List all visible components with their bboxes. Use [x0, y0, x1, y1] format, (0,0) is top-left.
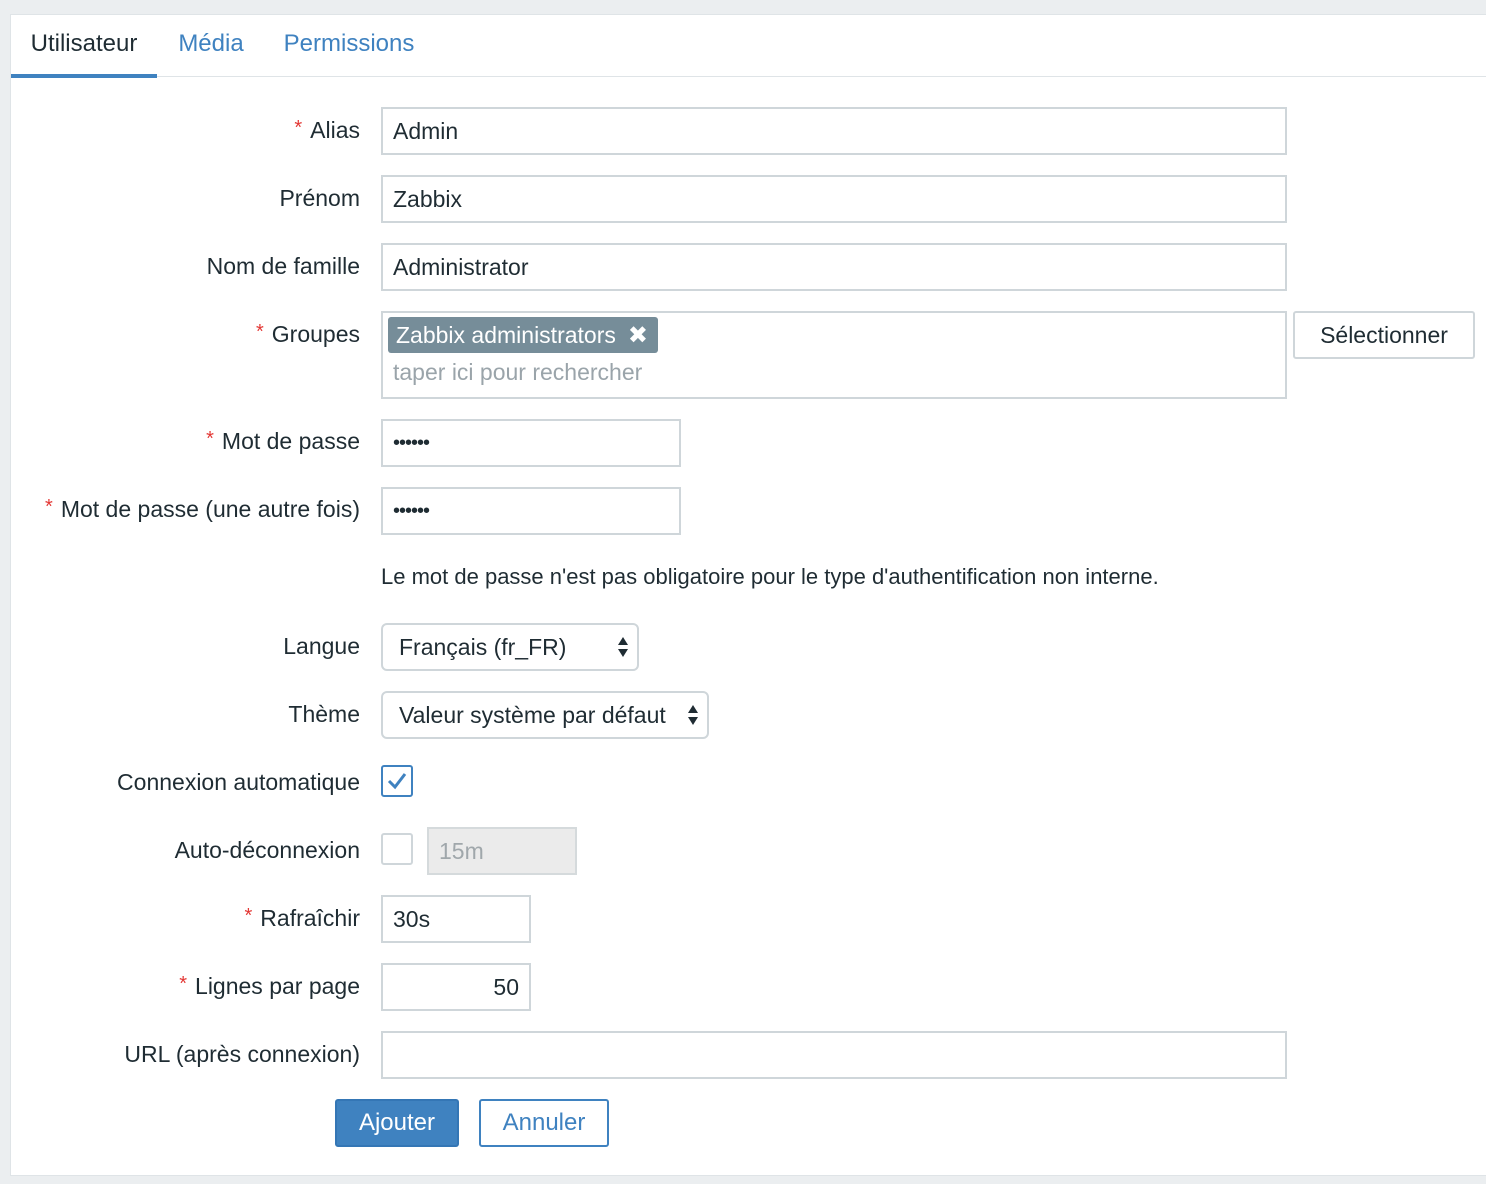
language-select[interactable]: Français (fr_FR) [381, 623, 639, 671]
first-name-label: Prénom [279, 185, 360, 211]
remove-chip-icon[interactable]: ✖ [628, 322, 648, 349]
user-form-panel: Utilisateur Média Permissions * Alias Adm… [10, 14, 1486, 1176]
url-input[interactable] [381, 1031, 1287, 1079]
password-confirm-label-text: Mot de passe (une autre fois) [60, 496, 360, 522]
language-label: Langue [283, 633, 360, 659]
required-marker: * [255, 321, 264, 343]
theme-label: Thème [288, 701, 360, 727]
add-button[interactable]: Ajouter [335, 1099, 459, 1147]
autologout-input: 15m [427, 827, 577, 875]
cancel-button[interactable]: Annuler [479, 1099, 609, 1147]
autologout-checkbox[interactable] [381, 833, 413, 865]
group-chip-label: Zabbix administrators [396, 322, 616, 348]
groups-search-input[interactable]: taper ici pour rechercher [393, 359, 642, 386]
required-marker: * [206, 428, 214, 450]
select-arrows-icon [687, 703, 699, 727]
autologin-checkbox[interactable] [381, 765, 413, 797]
select-groups-button[interactable]: Sélectionner [1293, 311, 1475, 359]
language-select-value: Français (fr_FR) [399, 634, 567, 660]
tab-media[interactable]: Média [171, 15, 251, 77]
select-arrows-icon [617, 635, 629, 659]
groups-label: * Groupes [256, 321, 360, 348]
required-marker: * [45, 496, 53, 518]
alias-label-text: Alias [310, 117, 360, 143]
checkmark-icon [387, 773, 407, 790]
autologin-label: Connexion automatique [117, 769, 360, 795]
tab-user[interactable]: Utilisateur [11, 15, 157, 78]
password-label-text: Mot de passe [221, 428, 360, 454]
rows-per-page-label-text: Lignes par page [195, 973, 360, 999]
password-input[interactable]: •••••• [381, 419, 681, 467]
refresh-label: * Rafraîchir [245, 905, 361, 932]
first-name-input[interactable]: Zabbix [381, 175, 1287, 223]
groups-label-text: Groupes [271, 321, 360, 347]
groups-multiselect[interactable]: Zabbix administrators ✖ taper ici pour re… [381, 311, 1287, 399]
rows-per-page-input[interactable]: 50 [381, 963, 531, 1011]
rows-per-page-label: * Lignes par page [179, 973, 360, 1000]
tab-bar: Utilisateur Média Permissions [11, 15, 1486, 78]
tab-permissions[interactable]: Permissions [279, 15, 419, 77]
group-chip: Zabbix administrators ✖ [388, 317, 658, 353]
theme-select[interactable]: Valeur système par défaut [381, 691, 709, 739]
alias-input[interactable]: Admin [381, 107, 1287, 155]
refresh-label-text: Rafraîchir [260, 905, 360, 931]
autologout-label: Auto-déconnexion [174, 837, 360, 863]
last-name-label: Nom de famille [206, 253, 360, 279]
url-label: URL (après connexion) [124, 1041, 360, 1067]
theme-select-value: Valeur système par défaut [399, 702, 666, 728]
password-confirm-input[interactable]: •••••• [381, 487, 681, 535]
password-label: * Mot de passe [206, 428, 360, 455]
password-hint: Le mot de passe n'est pas obligatoire po… [381, 564, 1159, 589]
required-marker: * [294, 117, 303, 139]
required-marker: * [244, 905, 253, 927]
password-confirm-label: * Mot de passe (une autre fois) [45, 496, 360, 523]
last-name-input[interactable]: Administrator [381, 243, 1287, 291]
alias-label: * Alias [294, 117, 360, 144]
refresh-input[interactable]: 30s [381, 895, 531, 943]
required-marker: * [179, 973, 188, 995]
